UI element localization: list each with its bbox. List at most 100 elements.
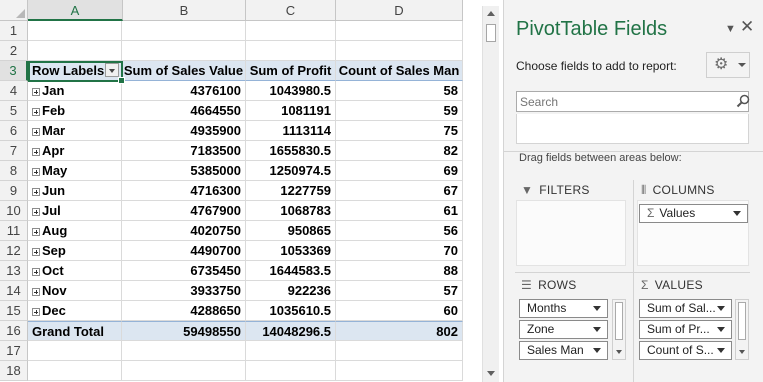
row-header-14[interactable]: 14 bbox=[0, 281, 28, 301]
chevron-down-icon[interactable]: ▼ bbox=[725, 23, 736, 35]
expand-icon[interactable] bbox=[32, 127, 40, 136]
row-header-6[interactable]: 6 bbox=[0, 121, 28, 141]
month-cell[interactable]: Apr bbox=[28, 141, 122, 161]
count-cell[interactable]: 59 bbox=[336, 101, 463, 121]
count-cell[interactable]: 57 bbox=[336, 281, 463, 301]
sales-value-cell[interactable]: 6735450 bbox=[122, 261, 246, 281]
profit-cell[interactable]: 950865 bbox=[246, 221, 336, 241]
cell[interactable] bbox=[336, 21, 463, 41]
profit-cell[interactable]: 1081191 bbox=[246, 101, 336, 121]
rows-field-zone[interactable]: Zone bbox=[519, 320, 608, 339]
profit-cell[interactable]: 1644583.5 bbox=[246, 261, 336, 281]
count-cell[interactable]: 75 bbox=[336, 121, 463, 141]
cell[interactable] bbox=[122, 341, 246, 361]
expand-icon[interactable] bbox=[32, 87, 40, 96]
row-header-17[interactable]: 17 bbox=[0, 341, 28, 361]
month-cell[interactable]: Dec bbox=[28, 301, 122, 321]
grand-total-label[interactable]: Grand Total bbox=[28, 321, 122, 341]
profit-cell[interactable]: 922236 bbox=[246, 281, 336, 301]
expand-icon[interactable] bbox=[32, 187, 40, 196]
count-cell[interactable]: 67 bbox=[336, 181, 463, 201]
row-header-1[interactable]: 1 bbox=[0, 21, 28, 41]
sales-value-cell[interactable]: 4767900 bbox=[122, 201, 246, 221]
expand-icon[interactable] bbox=[32, 247, 40, 256]
sales-value-cell[interactable]: 7183500 bbox=[122, 141, 246, 161]
profit-cell[interactable]: 1053369 bbox=[246, 241, 336, 261]
filters-drop-area[interactable] bbox=[516, 200, 626, 266]
sales-value-cell[interactable]: 4490700 bbox=[122, 241, 246, 261]
profit-cell[interactable]: 1227759 bbox=[246, 181, 336, 201]
sales-value-cell[interactable]: 4020750 bbox=[122, 221, 246, 241]
count-salesman-header[interactable]: Count of Sales Man bbox=[336, 61, 463, 81]
count-cell[interactable]: 60 bbox=[336, 301, 463, 321]
select-all-corner[interactable] bbox=[0, 0, 28, 21]
count-cell[interactable]: 58 bbox=[336, 81, 463, 101]
sales-value-cell[interactable]: 4664550 bbox=[122, 101, 246, 121]
chevron-down-icon[interactable] bbox=[717, 306, 725, 311]
column-header-a[interactable]: A bbox=[28, 0, 123, 21]
count-cell[interactable]: 69 bbox=[336, 161, 463, 181]
expand-icon[interactable] bbox=[32, 107, 40, 116]
cell[interactable] bbox=[122, 21, 246, 41]
grand-total-profit[interactable]: 14048296.5 bbox=[246, 321, 336, 341]
expand-icon[interactable] bbox=[32, 227, 40, 236]
values-field-sum-sales[interactable]: Sum of Sal... bbox=[639, 299, 732, 318]
profit-cell[interactable]: 1113114 bbox=[246, 121, 336, 141]
grand-total-sales[interactable]: 59498550 bbox=[122, 321, 246, 341]
vertical-scrollbar[interactable] bbox=[482, 6, 499, 382]
worksheet-grid[interactable]: A B C D 1 2 3 4 5 6 7 8 9 10 11 12 13 14… bbox=[0, 0, 463, 382]
scroll-thumb[interactable] bbox=[738, 302, 746, 340]
cell[interactable] bbox=[246, 361, 336, 381]
column-header-b[interactable]: B bbox=[123, 0, 246, 21]
profit-cell[interactable]: 1655830.5 bbox=[246, 141, 336, 161]
sales-value-cell[interactable]: 5385000 bbox=[122, 161, 246, 181]
count-cell[interactable]: 61 bbox=[336, 201, 463, 221]
chevron-down-icon[interactable] bbox=[717, 348, 725, 353]
row-header-7[interactable]: 7 bbox=[0, 141, 28, 161]
profit-cell[interactable]: 1250974.5 bbox=[246, 161, 336, 181]
count-cell[interactable]: 70 bbox=[336, 241, 463, 261]
chevron-down-icon[interactable] bbox=[733, 211, 741, 216]
tools-button[interactable]: ⚙ bbox=[706, 52, 750, 78]
chevron-down-icon[interactable] bbox=[593, 306, 601, 311]
row-header-10[interactable]: 10 bbox=[0, 201, 28, 221]
chevron-down-icon[interactable] bbox=[593, 348, 601, 353]
expand-icon[interactable] bbox=[32, 307, 40, 316]
rows-area-scrollbar[interactable] bbox=[612, 299, 626, 360]
month-cell[interactable]: Sep bbox=[28, 241, 122, 261]
row-header-16[interactable]: 16 bbox=[0, 321, 28, 341]
cell[interactable] bbox=[246, 341, 336, 361]
row-header-18[interactable]: 18 bbox=[0, 361, 28, 381]
rows-field-sales-man[interactable]: Sales Man bbox=[519, 341, 608, 360]
month-cell[interactable]: Oct bbox=[28, 261, 122, 281]
cell[interactable] bbox=[336, 361, 463, 381]
row-header-8[interactable]: 8 bbox=[0, 161, 28, 181]
column-header-c[interactable]: C bbox=[246, 0, 336, 21]
cell[interactable] bbox=[28, 21, 122, 41]
sales-value-cell[interactable]: 4376100 bbox=[122, 81, 246, 101]
profit-cell[interactable]: 1043980.5 bbox=[246, 81, 336, 101]
values-area-scrollbar[interactable] bbox=[735, 299, 749, 360]
month-cell[interactable]: Jun bbox=[28, 181, 122, 201]
sum-profit-header[interactable]: Sum of Profit bbox=[246, 61, 336, 81]
cell[interactable] bbox=[336, 41, 463, 61]
count-cell[interactable]: 82 bbox=[336, 141, 463, 161]
expand-icon[interactable] bbox=[32, 207, 40, 216]
sales-value-cell[interactable]: 3933750 bbox=[122, 281, 246, 301]
cell[interactable] bbox=[28, 41, 122, 61]
cell[interactable] bbox=[122, 361, 246, 381]
row-header-15[interactable]: 15 bbox=[0, 301, 28, 321]
row-header-11[interactable]: 11 bbox=[0, 221, 28, 241]
cell[interactable] bbox=[28, 361, 122, 381]
scroll-down-arrow-icon[interactable] bbox=[739, 350, 745, 354]
row-labels-filter-button[interactable] bbox=[105, 63, 119, 77]
values-field-sum-profit[interactable]: Sum of Pr... bbox=[639, 320, 732, 339]
row-header-3[interactable]: 3 bbox=[0, 61, 28, 81]
count-cell[interactable]: 88 bbox=[336, 261, 463, 281]
scroll-down-arrow-icon[interactable] bbox=[616, 350, 622, 354]
profit-cell[interactable]: 1035610.5 bbox=[246, 301, 336, 321]
month-cell[interactable]: May bbox=[28, 161, 122, 181]
row-header-2[interactable]: 2 bbox=[0, 41, 28, 61]
month-cell[interactable]: Jul bbox=[28, 201, 122, 221]
row-header-9[interactable]: 9 bbox=[0, 181, 28, 201]
